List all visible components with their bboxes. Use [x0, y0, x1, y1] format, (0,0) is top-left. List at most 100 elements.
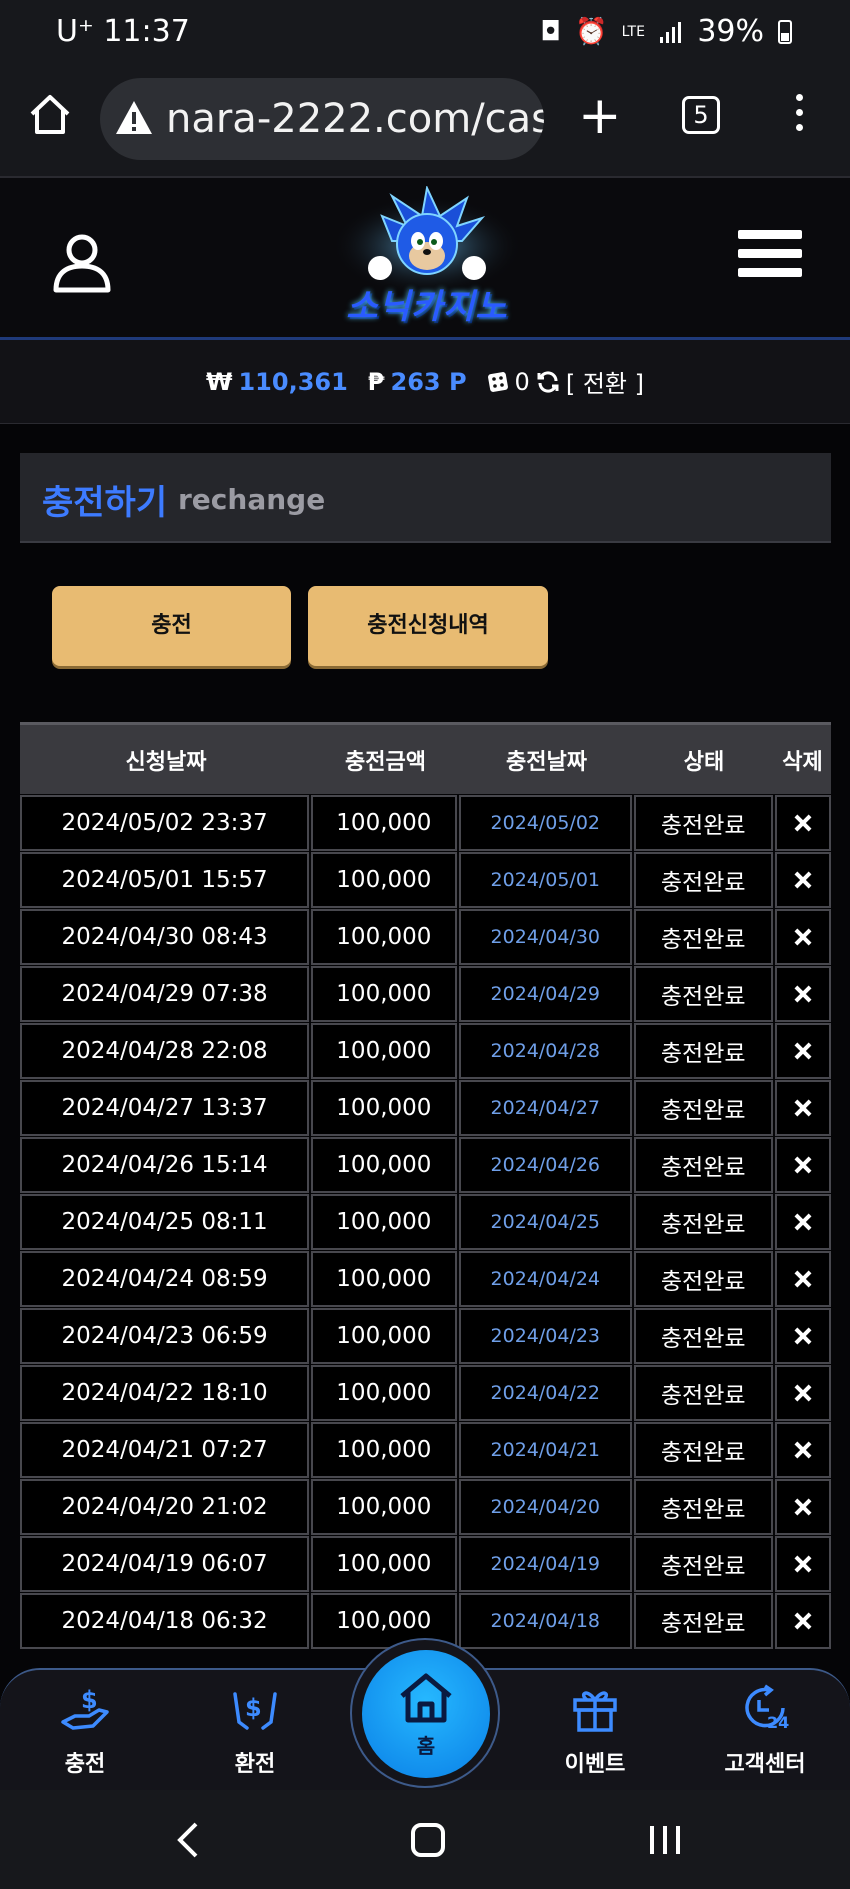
table-row: 2024/04/21 07:27 100,000 2024/04/21 충전완료 — [20, 1422, 831, 1478]
cell-amount: 100,000 — [311, 1251, 457, 1307]
tab-switcher-button[interactable]: 5 — [682, 96, 720, 134]
cell-status: 충전완료 — [633, 1308, 773, 1364]
refresh-icon[interactable] — [536, 370, 560, 394]
close-icon — [794, 1156, 812, 1174]
user-icon[interactable] — [50, 230, 114, 294]
delete-button[interactable] — [774, 1080, 831, 1136]
point-balance: ₱ 263 P — [368, 368, 467, 396]
table-row: 2024/04/28 22:08 100,000 2024/04/28 충전완료 — [20, 1023, 831, 1079]
cell-charge-date: 2024/04/25 — [458, 1194, 632, 1250]
chip-balance: 0 [ 전환 ] — [487, 364, 644, 399]
cell-request-date: 2024/04/26 15:14 — [20, 1137, 310, 1193]
nav-support[interactable]: 24 고객센터 — [710, 1682, 820, 1778]
header-charge-date: 충전날짜 — [506, 749, 587, 775]
cell-amount: 100,000 — [311, 1479, 457, 1535]
recents-icon[interactable] — [648, 1820, 682, 1860]
cell-amount: 100,000 — [311, 966, 457, 1022]
cell-amount: 100,000 — [311, 1308, 457, 1364]
charge-tab-button[interactable]: 충전 — [52, 586, 291, 666]
cash-balance: ₩110,361 — [206, 368, 348, 396]
cell-amount: 100,000 — [311, 1365, 457, 1421]
nav-charge-label: 충전 — [64, 1752, 106, 1777]
svg-text:24: 24 — [767, 1713, 789, 1732]
nav-event-label: 이벤트 — [564, 1752, 626, 1777]
table-row: 2024/04/29 07:38 100,000 2024/04/29 충전완료 — [20, 966, 831, 1022]
table-row: 2024/05/02 23:37 100,000 2024/05/02 충전완료 — [20, 795, 831, 851]
chip-value: 0 — [514, 367, 530, 396]
cell-charge-date: 2024/05/02 — [458, 795, 632, 851]
close-icon — [794, 985, 812, 1003]
delete-button[interactable] — [774, 1251, 831, 1307]
won-icon: ₩ — [206, 367, 233, 396]
delete-button[interactable] — [774, 1194, 831, 1250]
cell-request-date: 2024/04/20 21:02 — [20, 1479, 310, 1535]
nav-event[interactable]: 이벤트 — [540, 1682, 650, 1778]
dice-icon — [487, 371, 508, 392]
table-row: 2024/04/23 06:59 100,000 2024/04/23 충전완료 — [20, 1308, 831, 1364]
delete-button[interactable] — [774, 1536, 831, 1592]
back-icon[interactable] — [176, 1820, 200, 1860]
delete-button[interactable] — [774, 795, 831, 851]
cell-status: 충전완료 — [633, 1593, 773, 1649]
cell-status: 충전완료 — [633, 1365, 773, 1421]
battery-percent: 39% — [697, 14, 764, 49]
cell-status: 충전완료 — [633, 1479, 773, 1535]
close-icon — [794, 1441, 812, 1459]
header-amount: 충전금액 — [345, 749, 426, 775]
delete-button[interactable] — [774, 966, 831, 1022]
close-icon — [794, 871, 812, 889]
delete-button[interactable] — [774, 1308, 831, 1364]
cell-charge-date: 2024/04/23 — [458, 1308, 632, 1364]
close-icon — [794, 928, 812, 946]
cell-charge-date: 2024/04/21 — [458, 1422, 632, 1478]
delete-button[interactable] — [774, 1479, 831, 1535]
close-icon — [794, 1498, 812, 1516]
address-bar[interactable]: nara-2222.com/cash — [100, 78, 544, 160]
cell-request-date: 2024/05/01 15:57 — [20, 852, 310, 908]
table-row: 2024/04/24 08:59 100,000 2024/04/24 충전완료 — [20, 1251, 831, 1307]
page-title: 충전하기 — [42, 483, 168, 523]
svg-text:$: $ — [245, 1694, 262, 1722]
hamburger-menu-icon[interactable] — [738, 230, 802, 286]
point-value: 263 P — [390, 367, 467, 396]
delete-button[interactable] — [774, 1365, 831, 1421]
cell-amount: 100,000 — [311, 1080, 457, 1136]
close-icon — [794, 1612, 812, 1630]
status-time-group: U⁺ 11:37 — [56, 14, 190, 49]
close-icon — [794, 1555, 812, 1573]
table-row: 2024/04/30 08:43 100,000 2024/04/30 충전완료 — [20, 909, 831, 965]
cell-amount: 100,000 — [311, 1137, 457, 1193]
cell-request-date: 2024/04/22 18:10 — [20, 1365, 310, 1421]
delete-button[interactable] — [774, 1023, 831, 1079]
site-logo[interactable]: 소닉카지노 — [322, 184, 532, 336]
close-icon — [794, 1327, 812, 1345]
close-icon — [794, 1042, 812, 1060]
cell-request-date: 2024/04/30 08:43 — [20, 909, 310, 965]
warning-icon[interactable] — [114, 98, 154, 138]
cell-charge-date: 2024/05/01 — [458, 852, 632, 908]
cell-amount: 100,000 — [311, 852, 457, 908]
delete-button[interactable] — [774, 1422, 831, 1478]
new-tab-button[interactable]: + — [578, 90, 622, 142]
charge-history-button[interactable]: 충전신청내역 — [308, 586, 548, 666]
close-icon — [794, 1213, 812, 1231]
home-system-icon[interactable] — [410, 1820, 446, 1860]
delete-button[interactable] — [774, 1593, 831, 1649]
svg-text:$: $ — [81, 1686, 98, 1714]
status-icons: ◘ ⏰ LTE 39% — [540, 14, 792, 49]
cell-request-date: 2024/05/02 23:37 — [20, 795, 310, 851]
delete-button[interactable] — [774, 909, 831, 965]
browser-home-icon[interactable] — [28, 92, 72, 136]
cell-request-date: 2024/04/21 07:27 — [20, 1422, 310, 1478]
url-text[interactable]: nara-2222.com/cash — [166, 96, 544, 142]
nav-home-button[interactable]: 홈 — [362, 1650, 490, 1778]
nav-exchange[interactable]: $ 환전 — [200, 1682, 310, 1778]
convert-button[interactable]: [ 전환 ] — [566, 364, 644, 399]
header-request-date: 신청날짜 — [125, 749, 207, 775]
cell-request-date: 2024/04/23 06:59 — [20, 1308, 310, 1364]
cell-charge-date: 2024/04/22 — [458, 1365, 632, 1421]
delete-button[interactable] — [774, 1137, 831, 1193]
browser-menu-icon[interactable] — [796, 94, 804, 136]
nav-charge[interactable]: $ 충전 — [30, 1682, 140, 1778]
delete-button[interactable] — [774, 852, 831, 908]
